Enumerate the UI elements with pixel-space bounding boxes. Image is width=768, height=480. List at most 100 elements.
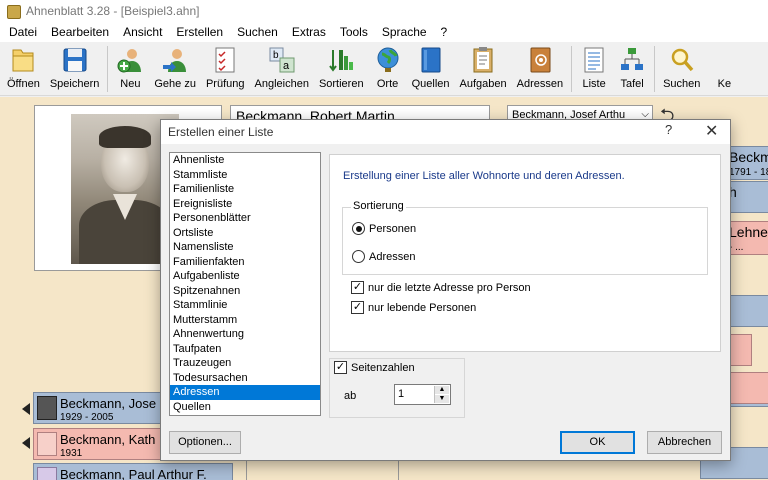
checkmark-icon: ✓ — [351, 281, 364, 294]
last-address-only-checkbox[interactable]: ✓ nur die letzte Adresse pro Person — [351, 281, 531, 294]
avatar — [37, 432, 57, 456]
spinner-down-icon[interactable]: ▼ — [435, 395, 449, 403]
sources-button[interactable]: Quellen — [407, 42, 455, 90]
menu-extras[interactable]: Extras — [285, 22, 333, 42]
book-icon — [417, 45, 445, 75]
tree-chart-icon — [618, 45, 646, 75]
list-item[interactable]: Spitzenahnen — [170, 284, 320, 299]
go-to-person-icon — [161, 45, 189, 75]
radio-checked-icon — [352, 222, 365, 235]
sort-group: Sortierung Personen Adressen — [342, 200, 708, 275]
match-icon: ba — [268, 45, 296, 75]
list-description: Erstellung einer Liste aller Wohnorte un… — [343, 170, 625, 182]
person-card-mother[interactable]: Beckmann, Kath 1931 — [33, 428, 163, 460]
page-start-label: ab — [344, 390, 357, 402]
list-item[interactable]: Personenblätter — [170, 211, 320, 226]
list-item[interactable]: Familienliste — [170, 182, 320, 197]
person-card-ancestor[interactable]: Lehner - ... — [726, 221, 768, 255]
check-button[interactable]: Prüfung — [201, 42, 250, 90]
toolbar-separator — [107, 46, 109, 92]
search-button[interactable]: Suchen — [658, 42, 705, 90]
person-card-ancestor[interactable]: Beckm 1791 - 18 — [726, 146, 768, 180]
places-button[interactable]: Orte — [369, 42, 407, 90]
list-type-listbox[interactable]: Ahnenliste Stammliste Familienliste Erei… — [169, 152, 321, 416]
spinner-up-icon[interactable]: ▲ — [435, 386, 449, 394]
magnifier-icon — [668, 45, 696, 75]
add-person-icon — [116, 45, 144, 75]
sort-group-label: Sortierung — [351, 200, 406, 212]
clipboard-icon — [469, 45, 497, 75]
list-item[interactable]: Todesursachen — [170, 371, 320, 386]
match-button[interactable]: ba Angleichen — [250, 42, 314, 90]
menu-bearbeiten[interactable]: Bearbeiten — [44, 22, 116, 42]
window-title: Ahnenblatt 3.28 - [Beispiel3.ahn] — [26, 4, 200, 18]
list-item[interactable]: Familienfakten — [170, 255, 320, 270]
ok-button[interactable]: OK — [560, 431, 635, 454]
app-logo-icon — [6, 4, 21, 19]
menu-erstellen[interactable]: Erstellen — [169, 22, 230, 42]
sort-by-addresses-radio[interactable]: Adressen — [352, 250, 415, 263]
chart-button[interactable]: Tafel — [613, 42, 651, 90]
list-item[interactable]: Ortsliste — [170, 226, 320, 241]
list-item[interactable]: Stammlinie — [170, 298, 320, 313]
tasks-button[interactable]: Aufgaben — [455, 42, 512, 90]
avatar — [37, 467, 57, 480]
cancel-button[interactable]: Abbrechen — [647, 431, 722, 454]
living-persons-only-checkbox[interactable]: ✓ nur lebende Personen — [351, 301, 476, 314]
list-item[interactable]: Quellen — [170, 400, 320, 415]
list-item[interactable]: Namensliste — [170, 240, 320, 255]
checklist-icon — [211, 45, 239, 75]
list-icon — [580, 45, 608, 75]
create-list-dialog: Erstellen einer Liste ? ✕ Ahnenliste Sta… — [160, 119, 731, 461]
person-card-child[interactable]: Beckmann, Paul Arthur F. — [33, 463, 233, 480]
nav-arrow-left-icon[interactable] — [22, 403, 30, 415]
svg-text:a: a — [283, 60, 290, 72]
menu-tools[interactable]: Tools — [333, 22, 375, 42]
menu-sprache[interactable]: Sprache — [375, 22, 434, 42]
checkmark-icon: ✓ — [351, 301, 364, 314]
radio-unchecked-icon — [352, 250, 365, 263]
sort-button[interactable]: Sortieren — [314, 42, 369, 90]
list-item[interactable]: Mutterstamm — [170, 313, 320, 328]
page-start-stepper[interactable]: 1 ▲ ▼ — [394, 384, 451, 405]
list-item[interactable]: Ahnenwertung — [170, 327, 320, 342]
toolbar-separator — [571, 46, 573, 92]
list-button[interactable]: Liste — [575, 42, 613, 90]
menu-suchen[interactable]: Suchen — [230, 22, 285, 42]
sort-icon — [327, 45, 355, 75]
open-button[interactable]: Öffnen — [2, 42, 45, 90]
list-item[interactable]: Trauzeugen — [170, 356, 320, 371]
menu-ansicht[interactable]: Ansicht — [116, 22, 169, 42]
person-card-ancestor[interactable] — [728, 334, 752, 366]
menu-datei[interactable]: Datei — [2, 22, 44, 42]
toolbar-separator — [654, 46, 656, 92]
help-icon[interactable]: ? — [661, 122, 676, 137]
save-button[interactable]: Speichern — [45, 42, 105, 90]
new-person-button[interactable]: Neu — [111, 42, 149, 90]
title-bar: Ahnenblatt 3.28 - [Beispiel3.ahn] — [0, 0, 768, 22]
address-book-icon — [526, 45, 554, 75]
list-item[interactable]: Taufpaten — [170, 342, 320, 357]
close-icon[interactable]: ✕ — [701, 121, 722, 141]
menu-bar: Datei Bearbeiten Ansicht Erstellen Suche… — [0, 22, 768, 42]
menu-help[interactable]: ? — [434, 22, 455, 42]
person-card-father[interactable]: Beckmann, Jose 1929 - 2005 — [33, 392, 163, 424]
sort-by-persons-radio[interactable]: Personen — [352, 222, 416, 235]
addresses-button[interactable]: Adressen — [512, 42, 568, 90]
dialog-title: Erstellen einer Liste — [168, 125, 274, 139]
svg-text:b: b — [273, 50, 279, 61]
person-card-ancestor[interactable]: h — [726, 181, 768, 213]
go-to-button[interactable]: Gehe zu — [149, 42, 201, 90]
truncated-toolbar-button[interactable]: Ke — [705, 42, 743, 90]
list-item-selected[interactable]: Adressen — [170, 385, 320, 400]
nav-arrow-left-icon[interactable] — [22, 437, 30, 449]
page-numbers-checkbox[interactable]: ✓ Seitenzahlen — [334, 361, 415, 374]
checkmark-icon: ✓ — [334, 361, 347, 374]
list-item[interactable]: Stammliste — [170, 168, 320, 183]
toolbar: Öffnen Speichern Neu Gehe zu Prüfung ba … — [0, 42, 768, 96]
list-item[interactable]: Ahnenliste — [170, 153, 320, 168]
list-item[interactable]: Ereignisliste — [170, 197, 320, 212]
folder-icon — [9, 45, 37, 75]
options-button[interactable]: Optionen... — [169, 431, 241, 454]
list-item[interactable]: Aufgabenliste — [170, 269, 320, 284]
